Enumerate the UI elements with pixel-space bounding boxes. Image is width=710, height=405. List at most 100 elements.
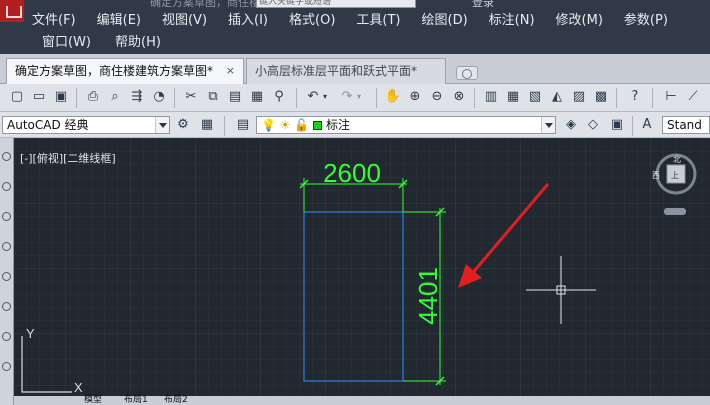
ucs-x-label: X — [74, 380, 83, 395]
menu-edit[interactable]: 编辑(E) — [97, 10, 141, 32]
save-icon[interactable]: ▣ — [52, 88, 70, 106]
chevron-down-icon[interactable]: ▾ — [354, 88, 364, 106]
menu-insert[interactable]: 插入(I) — [228, 10, 268, 32]
sign-in-link[interactable]: 登录 — [472, 0, 494, 10]
chevron-down-icon[interactable]: ▾ — [320, 88, 330, 106]
chevron-down-icon[interactable] — [155, 117, 169, 133]
style-select[interactable]: Stand — [662, 116, 710, 134]
properties-icon[interactable]: ▥ — [482, 88, 500, 106]
wcs-menu-button[interactable] — [664, 208, 686, 215]
menu-file[interactable]: 文件(F) — [32, 10, 76, 32]
design-center-palette-icon[interactable]: ▦ — [504, 88, 522, 106]
separator — [616, 88, 617, 108]
spline-tool-icon[interactable] — [2, 332, 11, 341]
layout-tab-bar: 模型 布局1 布局2 — [14, 396, 710, 405]
help-icon[interactable]: ? — [626, 88, 644, 106]
layer-color-swatch — [313, 121, 323, 130]
standard-toolbar: ▢ ▭ ▣ ⎙ ⌕ ⇶ ◔ ✂ ⧉ ▤ ▦ ⚲ ↶ ▾ ↷ ▾ ✋ ⊕ ⊖ ⊗ … — [0, 84, 710, 112]
viewport-controls-label[interactable]: [-][俯视][二维线框] — [20, 150, 116, 166]
publish-icon[interactable]: ⇶ — [128, 88, 146, 106]
chevron-down-icon[interactable] — [541, 117, 555, 133]
title-strip: 确定方案草图，商住楼 键入关键字或短语 登录 — [150, 0, 710, 10]
rectangle-tool-icon[interactable] — [2, 242, 11, 251]
style-value: Stand — [667, 118, 702, 132]
cut-icon[interactable]: ✂ — [182, 88, 200, 106]
tab-model[interactable]: 模型 — [84, 396, 102, 405]
compass-west-label: 西 — [652, 171, 660, 180]
circle-tool-icon[interactable] — [2, 302, 11, 311]
dimension-text-horizontal[interactable]: 2600 — [323, 158, 381, 188]
new-file-icon[interactable]: ▢ — [8, 88, 26, 106]
compass-north-label: 北 — [673, 155, 681, 164]
quickcalc-icon[interactable]: ▩ — [592, 88, 610, 106]
text-style-icon[interactable]: A — [638, 116, 656, 134]
lock-icon: 🔓 — [294, 118, 310, 132]
zoom-realtime-icon[interactable]: ⊕ — [406, 88, 424, 106]
dimension-text-vertical[interactable]: 4401 — [413, 267, 443, 325]
block-editor-icon[interactable]: ⚲ — [270, 88, 288, 106]
linear-dimension-icon[interactable]: ⊢ — [662, 88, 680, 106]
workspace-select[interactable]: AutoCAD 经典 — [2, 116, 170, 134]
ellipse-tool-icon[interactable] — [2, 362, 11, 371]
separator — [224, 116, 225, 136]
paste-icon[interactable]: ▤ — [226, 88, 244, 106]
menu-modify[interactable]: 修改(M) — [556, 10, 603, 32]
menu-draw[interactable]: 绘图(D) — [422, 10, 468, 32]
workspace-value: AutoCAD 经典 — [7, 118, 89, 132]
menu-tools[interactable]: 工具(T) — [356, 10, 400, 32]
layer-select[interactable]: 💡 ☀ 🔓 标注 — [256, 116, 556, 134]
separator — [376, 88, 377, 108]
drawing-canvas[interactable]: 2600 4401 Y X 北 西 上 [-][俯视][二维线框] 模型 布局1… — [0, 138, 710, 405]
menu-bar-row-1: 文件(F) 编辑(E) 视图(V) 插入(I) 格式(O) 工具(T) 绘图(D… — [32, 10, 668, 32]
layer-state-icon[interactable]: ▣ — [608, 116, 626, 134]
search-input[interactable]: 键入关键字或短语 — [256, 0, 416, 8]
file-tab-bar: 确定方案草图，商住楼建筑方案草图* × 小高层标准层平面和跃式平面* — [0, 54, 710, 84]
lightbulb-icon: 💡 — [261, 118, 276, 132]
sheet-set-icon[interactable]: ◭ — [548, 88, 566, 106]
sun-icon: ☀ — [279, 118, 291, 132]
new-tab-button[interactable] — [456, 66, 478, 80]
application-menu-button[interactable] — [0, 0, 24, 22]
menu-bar-row-2: 窗口(W) 帮助(H) — [42, 32, 161, 54]
close-icon[interactable]: × — [226, 59, 235, 83]
copy-icon[interactable]: ⧉ — [204, 88, 222, 106]
separator — [652, 88, 653, 108]
gear-icon[interactable]: ⚙ — [174, 116, 192, 134]
tool-palettes-icon[interactable]: ▧ — [526, 88, 544, 106]
aligned-dimension-icon[interactable]: ⟋ — [684, 88, 702, 106]
tab-layout2[interactable]: 布局2 — [164, 396, 188, 405]
design-center-icon[interactable]: ◔ — [150, 88, 168, 106]
print-icon[interactable]: ⎙ — [84, 88, 102, 106]
pan-hand-icon[interactable]: ✋ — [384, 88, 402, 106]
ucs-y-label: Y — [26, 326, 35, 341]
layer-properties-icon[interactable]: ▤ — [234, 116, 252, 134]
tab-other-drawing[interactable]: 小高层标准层平面和跃式平面* — [246, 58, 446, 84]
menu-view[interactable]: 视图(V) — [162, 10, 207, 32]
workspace-grid-icon[interactable]: ▦ — [198, 116, 216, 134]
separator — [296, 88, 297, 108]
polygon-tool-icon[interactable] — [2, 212, 11, 221]
separator — [632, 116, 633, 136]
menu-help[interactable]: 帮助(H) — [115, 32, 161, 54]
match-properties-icon[interactable]: ▦ — [248, 88, 266, 106]
markup-icon[interactable]: ▨ — [570, 88, 588, 106]
line-tool-icon[interactable] — [2, 152, 11, 161]
zoom-previous-icon[interactable]: ⊗ — [450, 88, 468, 106]
make-current-layer-icon[interactable]: ◈ — [562, 116, 580, 134]
open-file-icon[interactable]: ▭ — [30, 88, 48, 106]
menu-format[interactable]: 格式(O) — [289, 10, 335, 32]
menu-dimension[interactable]: 标注(N) — [489, 10, 535, 32]
polyline-tool-icon[interactable] — [2, 182, 11, 191]
tab-layout1[interactable]: 布局1 — [124, 396, 148, 405]
viewcube-face-label: 上 — [671, 171, 679, 180]
tab-active-drawing[interactable]: 确定方案草图，商住楼建筑方案草图* × — [6, 58, 244, 84]
separator — [76, 88, 77, 108]
layer-name: 标注 — [325, 118, 350, 132]
zoom-window-icon[interactable]: ⊖ — [428, 88, 446, 106]
menu-window[interactable]: 窗口(W) — [42, 32, 91, 54]
print-preview-icon[interactable]: ⌕ — [106, 88, 124, 106]
tab-label: 小高层标准层平面和跃式平面* — [255, 64, 418, 78]
menu-parameters[interactable]: 参数(P) — [624, 10, 668, 32]
arc-tool-icon[interactable] — [2, 272, 11, 281]
layer-previous-icon[interactable]: ◇ — [584, 116, 602, 134]
